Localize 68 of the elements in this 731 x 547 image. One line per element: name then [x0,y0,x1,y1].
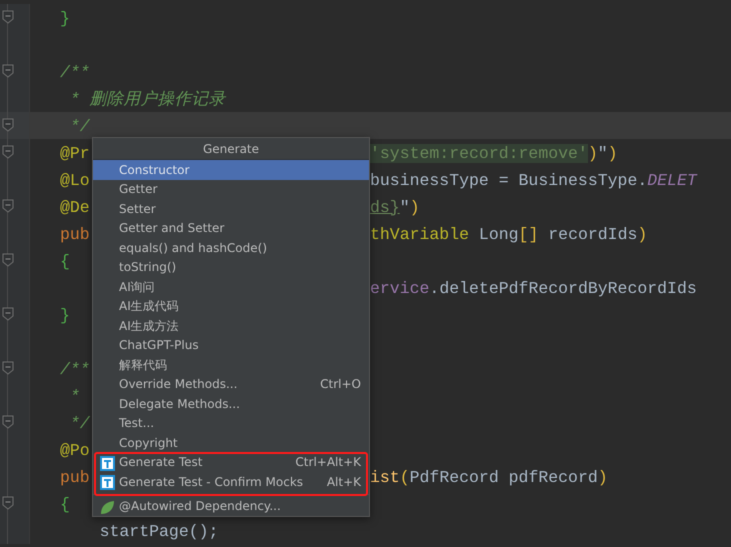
code-text: " [598,144,608,162]
code-text: PdfRecord pdfRecord [410,468,598,486]
code-text: .deletePdfRecordByRecordIds [429,278,697,298]
fold-icon[interactable] [2,253,14,267]
menu-item[interactable]: Generate Test Ctrl+Alt+K [93,452,369,472]
menu-item[interactable]: Getter [93,180,369,199]
code-text: pub [60,468,90,486]
code-text: ds} [370,198,400,216]
menu-item[interactable]: Override Methods... Ctrl+O [93,374,369,394]
menu-item[interactable]: Test... [93,414,369,433]
fold-icon[interactable] [2,118,14,132]
code-text: pub [60,224,90,244]
menu-item[interactable]: AI生成代码 [93,296,369,316]
code-text: /** [60,62,90,82]
code-text: { [60,494,70,514]
code-text: { [60,252,70,270]
code-text: ) [608,144,618,162]
code-text: ervice [370,278,430,298]
code-text: DELET [647,170,697,190]
code-text: ) [410,198,420,216]
menu-item[interactable]: equals() and hashCode() [93,238,369,258]
code-text: */ [68,414,90,432]
menu-item[interactable]: toString() [93,258,369,277]
code-text: @Pr [60,144,90,162]
code-text: } [60,8,70,28]
menu-item[interactable]: 解释代码 [93,355,369,374]
code-text: * 删除用户操作记录 [68,90,226,108]
code-text: @De [60,198,90,216]
code-text: ) [588,144,598,162]
fold-icon[interactable] [2,307,14,321]
code-text: ) [598,468,608,486]
test-icon [100,475,115,490]
leaf-icon [100,500,115,514]
fold-icon[interactable] [2,10,14,24]
code-text: ( [400,468,410,486]
code-text: Long [478,224,519,244]
code-text: /** [60,360,90,378]
code-text: thVariable [370,224,470,244]
menu-item[interactable]: Getter and Setter [93,218,369,238]
code-text: } [60,306,70,324]
fold-icon[interactable] [2,361,14,375]
menu-item[interactable]: Setter [93,199,369,218]
fold-icon[interactable] [2,145,14,159]
menu-item[interactable]: ChatGPT-Plus [93,336,369,355]
menu-item[interactable]: Constructor [93,160,369,180]
test-icon [100,456,115,470]
code-text: [] [518,224,538,244]
code-text: recordIds [547,224,638,244]
code-text: businessType = BusinessType. [370,170,648,190]
menu-item[interactable]: AI生成方法 [93,316,369,336]
code-text: @Lo [60,170,90,190]
fold-icon[interactable] [2,199,14,213]
code-text: " [400,198,410,216]
menu-item[interactable]: Delegate Methods... [93,394,369,414]
code-text: 'system:record:remove' [370,144,588,162]
code-text: */ [68,116,90,136]
menu-item[interactable]: Generate Test - Confirm Mocks Alt+K [93,472,369,492]
code-text: * [68,386,80,406]
fold-icon[interactable] [2,496,14,510]
code-text: startPage(); [98,522,218,540]
menu-item[interactable]: AI询问 [93,277,369,296]
code-text: ) [637,224,648,244]
code-text: ist [370,468,400,486]
fold-icon[interactable] [2,415,14,429]
menu-item[interactable]: @Autowired Dependency... [93,496,369,516]
fold-icon[interactable] [2,64,14,78]
menu-item[interactable]: Copyright [93,433,369,452]
code-text: @Po [60,440,90,460]
